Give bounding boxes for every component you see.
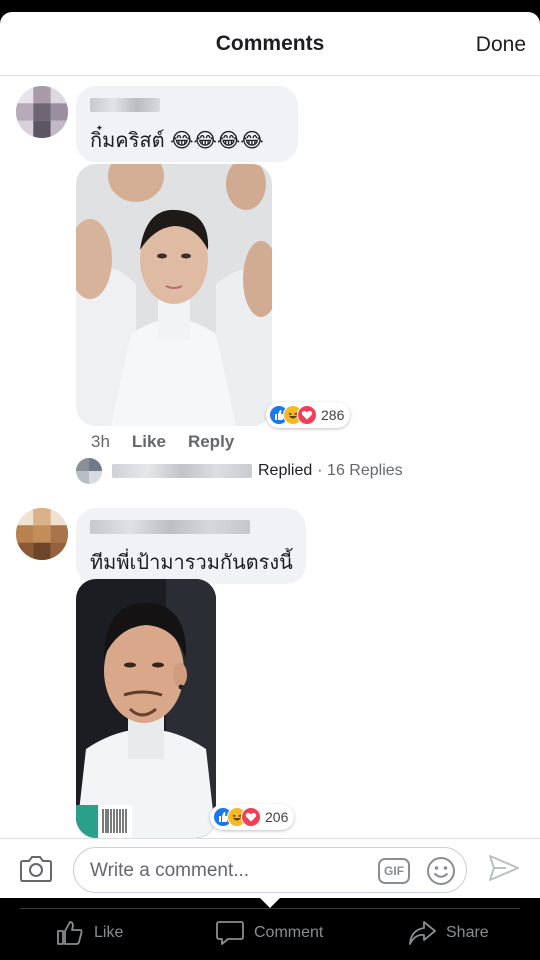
blurred-avatar-image [16,86,68,138]
emoji-icon[interactable] [426,856,456,886]
love-reaction-icon [297,405,317,425]
comment-icon [216,921,244,945]
comment-button-label: Comment [254,924,324,941]
page-title: Comments [215,32,325,55]
like-button[interactable]: Like [56,920,123,946]
comment-bubble[interactable]: กิ๋มคริสต์ 😂😂😂😂 [76,86,298,162]
done-button[interactable]: Done [476,33,526,57]
photo-image [76,579,216,838]
comment-input-placeholder: Write a comment... [90,860,250,881]
share-icon [409,921,436,945]
view-replies-link[interactable]: Replied · 16 Replies [76,458,403,484]
love-reaction-icon [241,807,261,827]
replied-label: Replied [258,462,313,479]
comment-bubble[interactable]: ทีมพี่เป้ามารวมกันตรงนี้ [76,508,306,584]
replies-count: · 16 Replies [317,462,403,479]
reactions-summary[interactable]: 206 [210,804,295,830]
gif-icon[interactable]: GIF [378,858,410,884]
reply-avatar [76,458,102,484]
comments-sheet: Comments Done กิ๋มคริสต์ 😂😂😂😂 286 3h Lik… [0,12,540,898]
camera-icon[interactable] [20,853,52,883]
divider [20,908,520,909]
photo-image [76,164,272,426]
avatar[interactable] [16,86,68,138]
blurred-author-name [90,520,250,534]
like-link[interactable]: Like [132,432,166,452]
thumbs-up-icon [57,921,83,945]
comment-text: กิ๋มคริสต์ 😂😂😂😂 [90,130,264,152]
comment-time: 3h [91,432,110,451]
share-button[interactable]: Share [408,920,489,946]
send-icon[interactable] [488,853,520,883]
like-button-label: Like [94,924,124,941]
avatar[interactable] [16,508,68,560]
blurred-author-name [90,98,160,112]
blurred-avatar-image [16,508,68,560]
reactions-summary[interactable]: 286 [266,402,351,428]
post-action-bar: Like Comment Share [0,898,540,960]
reaction-count: 206 [265,809,289,825]
share-button-label: Share [446,924,489,941]
comment-input[interactable]: Write a comment... GIF [73,847,467,893]
blurred-reply-author [112,464,252,478]
comment-button[interactable]: Comment [216,920,323,946]
comments-header: Comments Done [0,12,540,76]
reply-link[interactable]: Reply [188,432,234,452]
comment-photo[interactable] [76,579,216,838]
comment-actions: 3h Like Reply [91,432,234,452]
comment-composer: Write a comment... GIF [0,838,540,898]
sheet-pointer [260,898,280,908]
comment-photo[interactable] [76,164,272,426]
comment-text: ทีมพี่เป้ามารวมกันตรงนี้ [90,552,293,574]
reaction-count: 286 [321,407,345,423]
